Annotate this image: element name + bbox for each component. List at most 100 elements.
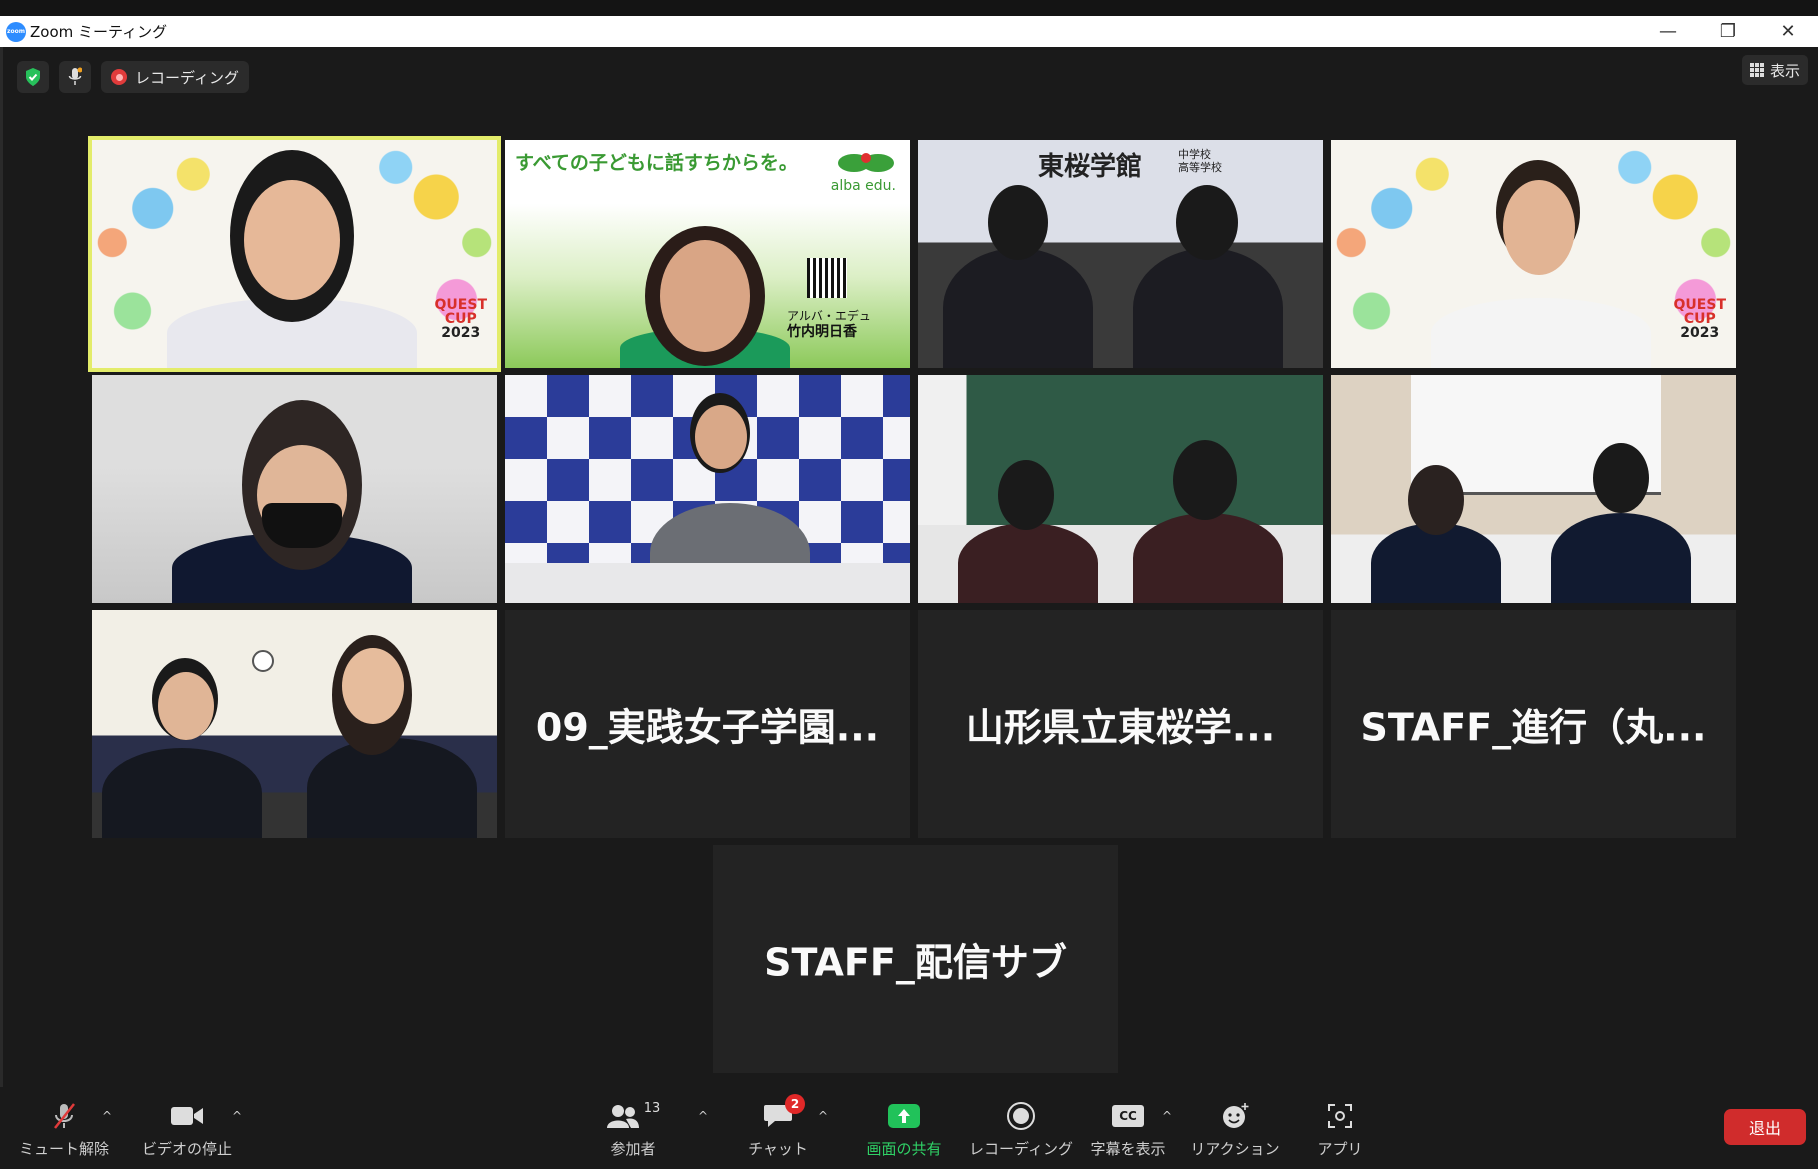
participant-body [1133, 513, 1283, 603]
participant-hair [1593, 443, 1649, 513]
qr-code-icon [807, 258, 847, 298]
video-tile-school-1[interactable]: 東桜学館 中学校 高等学校 [918, 140, 1323, 368]
chat-label: チャット [748, 1140, 808, 1158]
participant-body [1551, 513, 1691, 603]
record-icon [1007, 1102, 1035, 1130]
chat-button[interactable]: 2 チャット [748, 1094, 808, 1159]
video-tile-name-only[interactable]: STAFF_配信サブ [713, 845, 1118, 1073]
meeting-toolbar: ミュート解除 ^ ビデオの停止 ^ 13 参加者 ^ 2 チャット ^ 画面の共… [0, 1087, 1818, 1169]
reactions-button[interactable]: リアクション [1190, 1097, 1280, 1159]
video-tile-participant-9[interactable] [92, 610, 497, 838]
microphone-status-icon[interactable] [59, 61, 91, 93]
video-tile-participant-4[interactable]: QUEST CUP 2023 [1331, 140, 1736, 368]
participant-hair [1176, 185, 1238, 260]
reactions-label: リアクション [1190, 1140, 1280, 1158]
video-tile-speaker[interactable]: QUEST CUP 2023 [88, 136, 501, 372]
participant-body [307, 738, 477, 838]
share-screen-icon [888, 1104, 920, 1128]
quest-cup-logo: QUEST CUP 2023 [1673, 297, 1726, 341]
participant-hair [1173, 440, 1237, 520]
face-mask [262, 503, 342, 548]
audio-options-caret-icon[interactable]: ^ [102, 1109, 112, 1123]
participant-face [244, 180, 340, 300]
microphone-muted-icon [54, 1103, 75, 1129]
show-captions-button[interactable]: CC 字幕を表示 [1088, 1097, 1168, 1159]
participants-label: 参加者 [610, 1140, 656, 1158]
participants-count: 13 [643, 1100, 661, 1116]
grid-view-icon [1749, 63, 1764, 77]
unmute-button[interactable]: ミュート解除 [19, 1097, 109, 1159]
record-button[interactable]: レコーディング [969, 1097, 1073, 1159]
meeting-status-bar: レコーディング [17, 61, 249, 93]
participant-hair [988, 185, 1048, 260]
participant-face [158, 672, 214, 740]
participant-name: STAFF_進行（丸... [1360, 705, 1707, 750]
participant-body [102, 748, 262, 838]
participant-hair [1408, 465, 1464, 535]
window-titlebar: zoom Zoom ミーティング — ❐ ✕ [0, 16, 1818, 47]
school-sign-sub: 中学校 高等学校 [1178, 148, 1222, 174]
participant-face [1503, 180, 1575, 275]
video-tile-name-only[interactable]: STAFF_進行（丸... [1331, 610, 1736, 838]
participant-name: 山形県立東桜学... [965, 705, 1276, 750]
closed-captions-icon: CC [1112, 1105, 1144, 1127]
desk [505, 563, 910, 603]
window-title: Zoom ミーティング [30, 23, 168, 41]
leave-button[interactable]: 退出 [1724, 1109, 1806, 1145]
chat-caret-icon[interactable]: ^ [818, 1109, 828, 1123]
participant-body [1431, 298, 1651, 368]
stop-video-label: ビデオの停止 [142, 1140, 233, 1158]
video-tile-name-only[interactable]: 山形県立東桜学... [918, 610, 1323, 838]
participants-caret-icon[interactable]: ^ [698, 1109, 708, 1123]
participants-icon [606, 1105, 639, 1128]
quest-cup-logo: QUEST CUP 2023 [434, 297, 487, 341]
top-strip [0, 0, 1818, 16]
share-screen-button[interactable]: 画面の共有 [860, 1097, 948, 1159]
apps-button[interactable]: アプリ [1317, 1097, 1363, 1159]
participant-hair [998, 460, 1054, 530]
caption-text: アルバ・エデュ 竹内明日香 [787, 309, 871, 340]
minimize-button[interactable]: — [1638, 16, 1698, 47]
video-tile-alba[interactable]: すべての子どもに話すちからを。 alba edu. アルバ・エデュ 竹内明日香 [505, 140, 910, 368]
school-sign: 東桜学館 [1038, 152, 1143, 182]
brand-text: alba edu. [830, 178, 896, 194]
view-button[interactable]: 表示 [1741, 55, 1808, 85]
participant-name: STAFF_配信サブ [764, 940, 1067, 985]
video-tile-participant-7[interactable] [918, 375, 1323, 603]
chat-unread-badge: 2 [785, 1094, 805, 1114]
participants-button[interactable]: 13 参加者 [605, 1097, 661, 1159]
recording-indicator[interactable]: レコーディング [101, 61, 249, 93]
restore-button[interactable]: ❐ [1698, 16, 1758, 47]
video-tile-participant-6[interactable] [505, 375, 910, 603]
captions-caret-icon[interactable]: ^ [1162, 1109, 1172, 1123]
show-captions-label: 字幕を表示 [1090, 1140, 1166, 1158]
participant-body [958, 523, 1098, 603]
banner-text: すべての子どもに話すちからを。 [515, 152, 798, 174]
participant-body [1133, 248, 1283, 368]
view-label: 表示 [1769, 61, 1800, 80]
meeting-stage: レコーディング 表示 QUEST CUP 2023 すべての子どもに話すちからを。 … [0, 47, 1818, 1087]
zoom-logo-icon: zoom [6, 21, 26, 42]
video-tile-participant-8[interactable] [1331, 375, 1736, 603]
security-shield-icon[interactable] [17, 61, 49, 93]
participant-face [695, 405, 747, 469]
recording-label: レコーディング [135, 68, 239, 87]
record-label: レコーディング [969, 1140, 1073, 1158]
share-screen-label: 画面の共有 [866, 1140, 942, 1158]
clock-icon [252, 650, 274, 672]
reaction-smiley-icon [1223, 1103, 1249, 1128]
participant-name: 09_実践女子学園... [535, 705, 880, 750]
video-tile-participant-5[interactable] [92, 375, 497, 603]
recording-dot-icon [111, 69, 127, 85]
video-camera-icon [171, 1107, 203, 1125]
video-tile-name-only[interactable]: 09_実践女子学園... [505, 610, 910, 838]
alba-leaf-icon [838, 153, 894, 172]
apps-label: アプリ [1317, 1140, 1363, 1158]
participant-face [342, 648, 404, 724]
close-button[interactable]: ✕ [1758, 16, 1818, 47]
video-options-caret-icon[interactable]: ^ [232, 1109, 242, 1123]
participant-body [1371, 523, 1501, 603]
stop-video-button[interactable]: ビデオの停止 [142, 1097, 232, 1159]
participant-face [660, 240, 750, 352]
apps-icon [1328, 1104, 1352, 1128]
